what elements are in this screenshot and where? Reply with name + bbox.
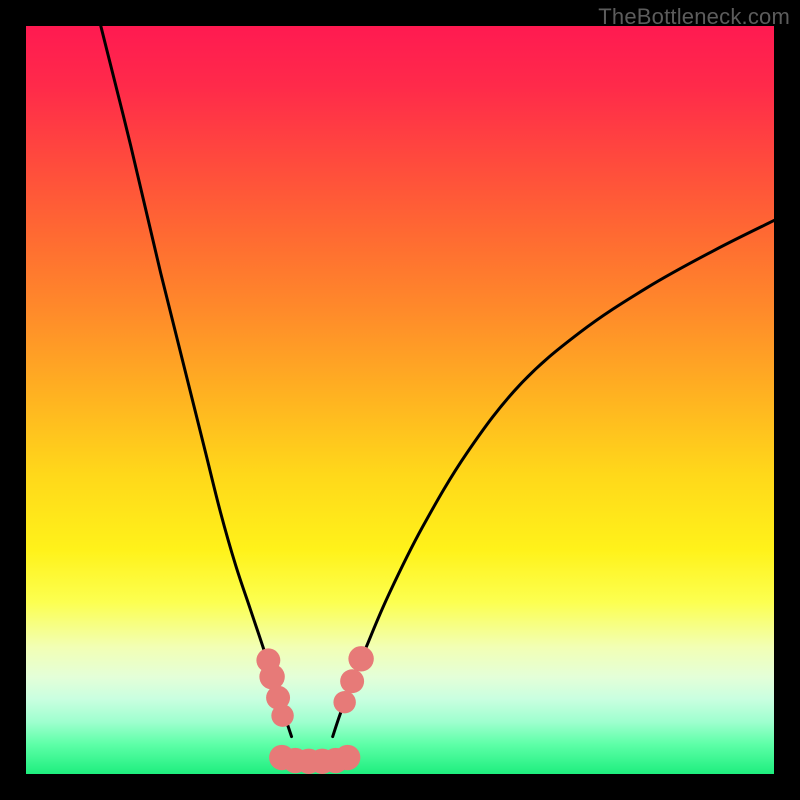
series-right-curve	[333, 220, 774, 736]
marker-dot	[333, 691, 355, 713]
chart-overlay	[26, 26, 774, 774]
watermark-text: TheBottleneck.com	[598, 4, 790, 30]
curves-group	[101, 26, 774, 763]
marker-dot	[340, 669, 364, 693]
marker-dot	[335, 745, 360, 770]
marker-dot	[271, 704, 293, 726]
series-left-curve	[101, 26, 292, 737]
marker-dot	[259, 664, 284, 689]
chart-frame: TheBottleneck.com	[0, 0, 800, 800]
marker-dot	[348, 646, 373, 671]
markers-group	[256, 646, 373, 774]
